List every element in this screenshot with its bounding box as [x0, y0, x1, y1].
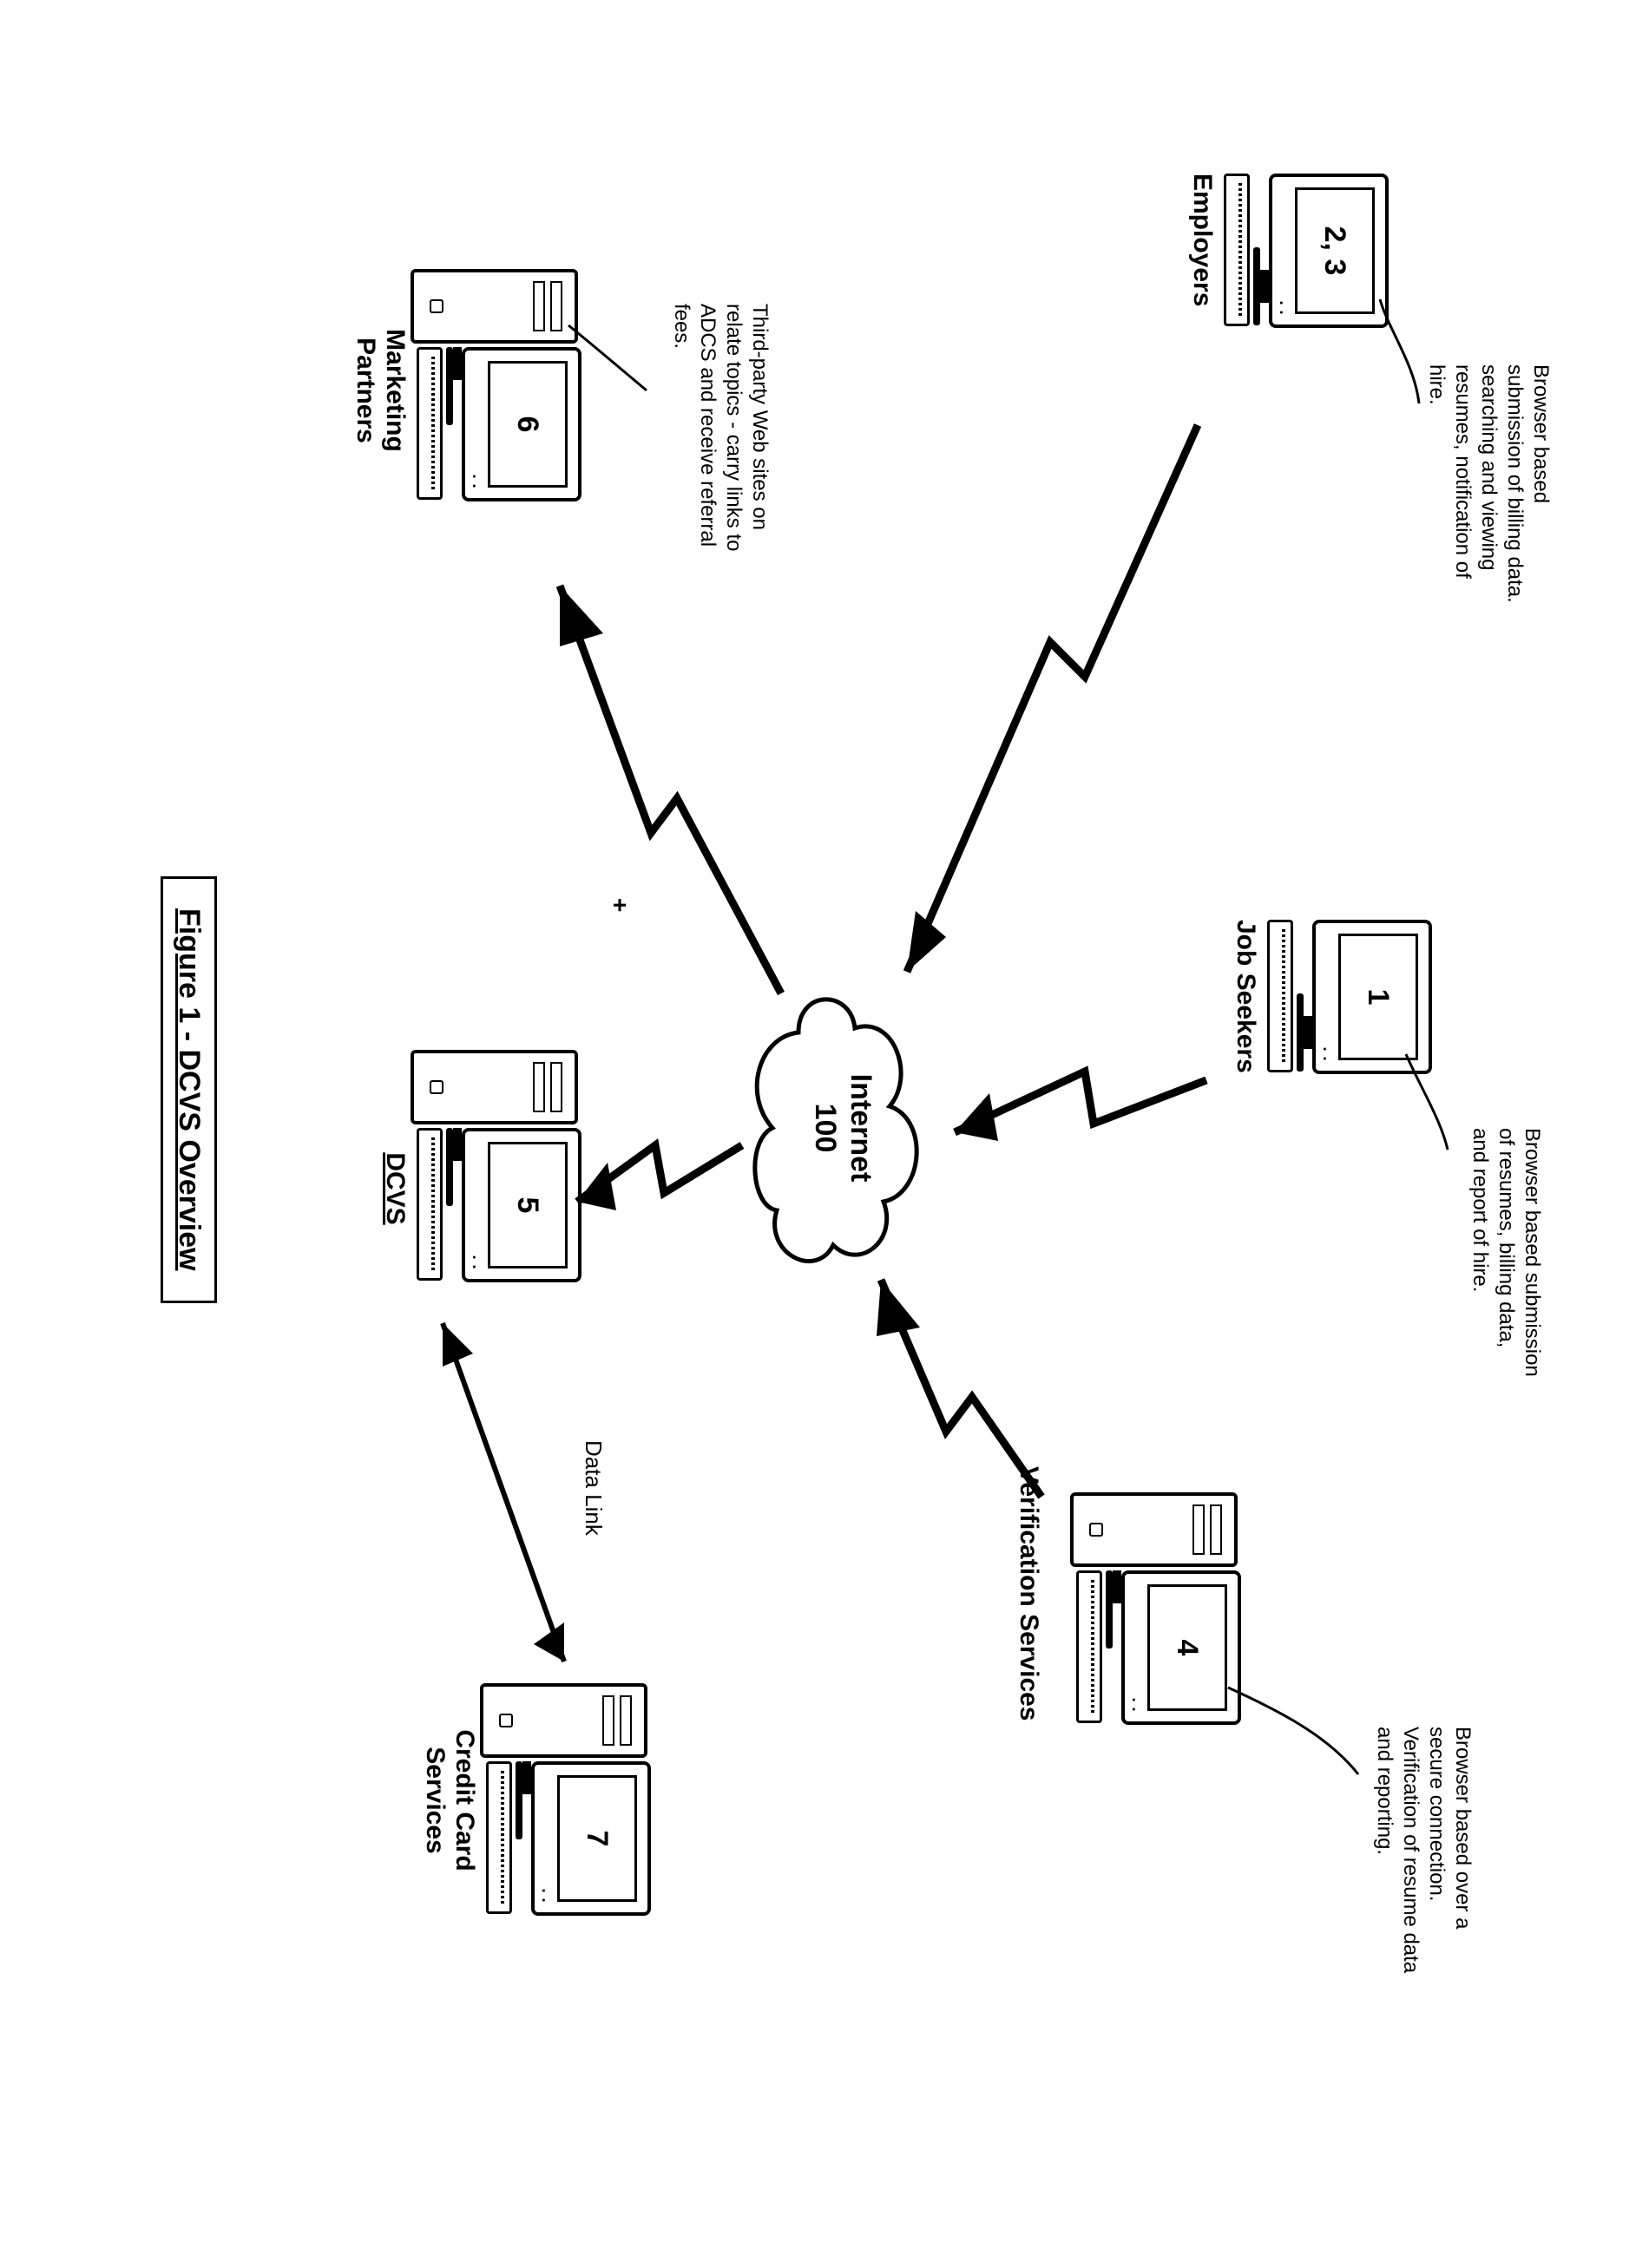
data-link-label: Data Link [580, 1440, 608, 1536]
callout-line-verif [1224, 1683, 1363, 1779]
node-dcvs: 5▪ ▪ DCVS [380, 1050, 581, 1275]
node-jobseekers-label: Job Seekers [1231, 920, 1260, 1145]
node-marketing: 6▪ ▪ Marketing Partners [351, 269, 581, 495]
node-verif-num: 4 [1147, 1584, 1227, 1711]
callout-line-marketing [564, 321, 651, 399]
bolt-dcvs [564, 1098, 746, 1236]
node-credit-num: 7 [557, 1775, 637, 1902]
figure-caption: Figure 1 - DCVS Overview [161, 876, 217, 1303]
node-dcvs-label: DCVS [380, 1102, 410, 1275]
bolt-verif [868, 1267, 1050, 1510]
cloud-label-1: Internet [843, 980, 878, 1275]
node-jobseekers-num: 1 [1338, 934, 1418, 1060]
data-link-arrow [421, 1301, 581, 1683]
callout-line-employers [1354, 295, 1423, 408]
callout-jobseekers: Browser based submission of resumes, bil… [1467, 1128, 1545, 1380]
cloud-label-2: 100 [807, 980, 843, 1275]
node-verification: 4▪ ▪ [1076, 1492, 1241, 1718]
callout-line-jobseekers [1397, 1050, 1449, 1154]
node-employers-label: Employers [1187, 174, 1217, 399]
bolt-jobseekers [937, 1019, 1215, 1176]
bolt-marketing [547, 573, 790, 1006]
stray-mark: + [606, 898, 634, 912]
callout-marketing: Third-party Web sites on relate topics -… [668, 304, 772, 573]
node-credit-label: Credit Card Services [420, 1692, 479, 1909]
internet-cloud: Internet 100 [746, 980, 946, 1275]
bolt-employers [894, 416, 1206, 989]
node-marketing-label: Marketing Partners [351, 286, 410, 495]
callout-employers: Browser based submission of billing data… [1423, 364, 1554, 607]
callout-verif: Browser based over a secure connection. … [1371, 1727, 1475, 1996]
node-marketing-num: 6 [488, 361, 568, 488]
node-credit: 7▪ ▪ Credit Card Services [420, 1683, 651, 1909]
node-dcvs-num: 5 [488, 1142, 568, 1268]
